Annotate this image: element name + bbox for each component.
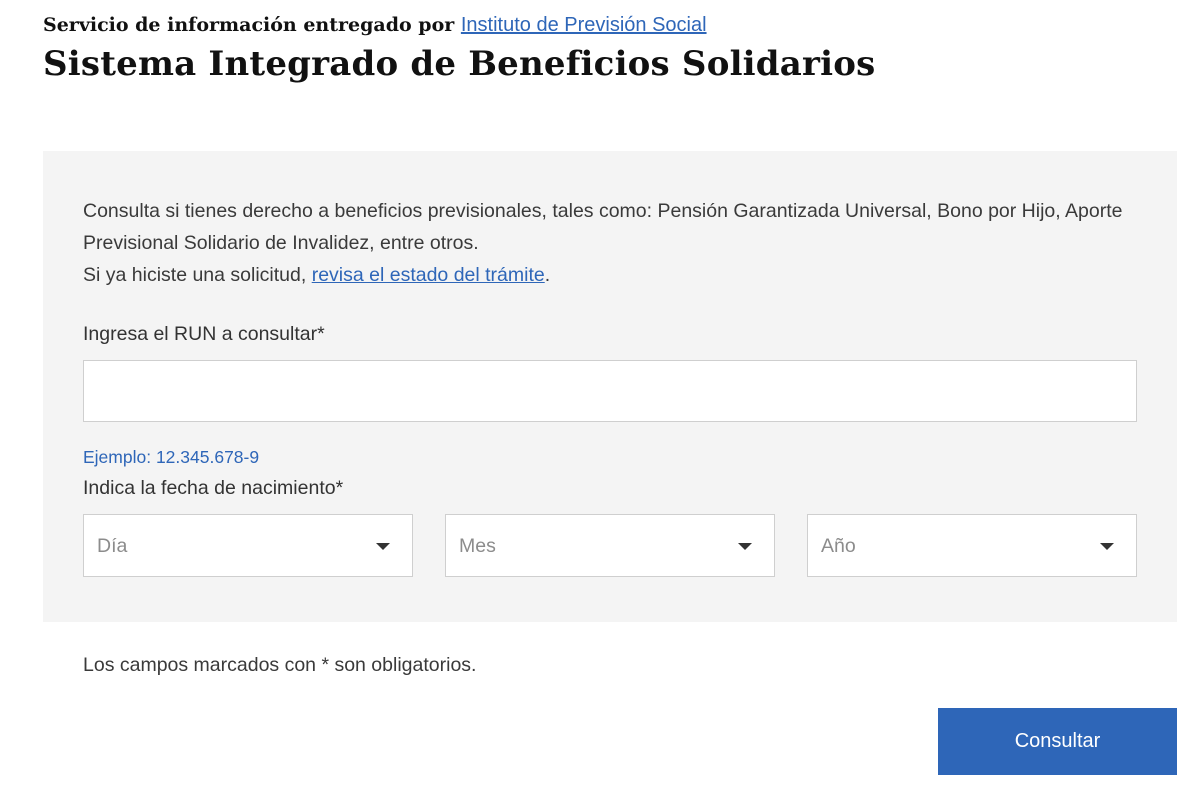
chevron-down-icon bbox=[376, 543, 390, 550]
intro-text: Consulta si tienes derecho a beneficios … bbox=[83, 195, 1143, 291]
year-select-placeholder: Año bbox=[821, 535, 856, 557]
month-select-placeholder: Mes bbox=[459, 535, 496, 557]
birthdate-label: Indica la fecha de nacimiento* bbox=[83, 477, 344, 499]
required-fields-note: Los campos marcados con * son obligatori… bbox=[83, 654, 477, 676]
form-panel: Consulta si tienes derecho a beneficios … bbox=[43, 151, 1177, 622]
intro-description: Consulta si tienes derecho a beneficios … bbox=[83, 200, 1123, 254]
intro-status-line: Si ya hiciste una solicitud, revisa el e… bbox=[83, 259, 1143, 291]
day-select[interactable]: Día bbox=[83, 514, 413, 577]
page-title: Sistema Integrado de Beneficios Solidari… bbox=[43, 44, 876, 84]
check-status-link[interactable]: revisa el estado del trámite bbox=[312, 264, 545, 286]
month-select[interactable]: Mes bbox=[445, 514, 775, 577]
run-hint: Ejemplo: 12.345.678-9 bbox=[83, 447, 260, 467]
chevron-down-icon bbox=[738, 543, 752, 550]
day-select-placeholder: Día bbox=[97, 535, 128, 557]
run-label: Ingresa el RUN a consultar* bbox=[83, 323, 325, 345]
provider-link[interactable]: Instituto de Previsión Social bbox=[461, 14, 707, 36]
provider-line: Servicio de información entregado por In… bbox=[43, 14, 707, 37]
run-input[interactable] bbox=[83, 360, 1137, 422]
page: Servicio de información entregado por In… bbox=[0, 0, 1200, 804]
intro-status-suffix: . bbox=[544, 264, 551, 286]
year-select[interactable]: Año bbox=[807, 514, 1137, 577]
consultar-button[interactable]: Consultar bbox=[938, 708, 1177, 775]
intro-status-prefix: Si ya hiciste una solicitud, bbox=[83, 264, 307, 286]
chevron-down-icon bbox=[1100, 543, 1114, 550]
provider-prefix: Servicio de información entregado por bbox=[43, 14, 455, 36]
